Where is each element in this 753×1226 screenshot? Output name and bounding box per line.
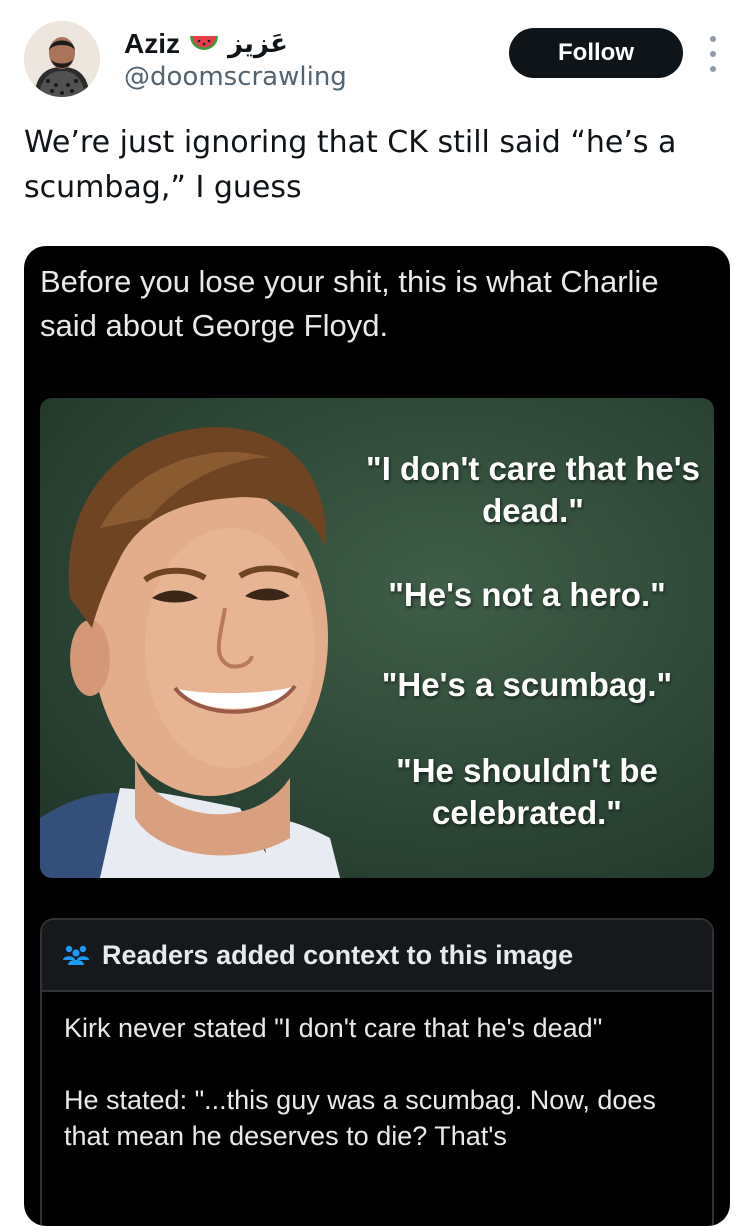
community-note-body: Kirk never stated "I don't care that he'… [42, 992, 712, 1154]
image-quote: "I don't care that he's dead." [366, 450, 700, 529]
image-quote: "He shouldn't be celebrated." [396, 752, 658, 831]
avatar-image [24, 21, 100, 97]
more-vertical-icon[interactable] [705, 36, 721, 72]
avatar[interactable] [24, 21, 100, 97]
image-quote: "He's a scumbag." [381, 666, 673, 703]
media-caption: Before you lose your shit, this is what … [40, 264, 659, 343]
author-handle[interactable]: @doomscrawling [124, 62, 347, 92]
quote-image[interactable]: "I don't care that he's dead." "He's not… [40, 398, 714, 878]
image-quote: "He's not a hero." [388, 576, 666, 613]
community-note-header[interactable]: Readers added context to this image [42, 920, 712, 992]
author-arabic-name: عَزيز [228, 29, 288, 59]
quoted-media[interactable]: Before you lose your shit, this is what … [24, 246, 730, 1226]
community-note-paragraph: Kirk never stated "I don't care that he'… [64, 1013, 603, 1043]
community-note-title: Readers added context to this image [102, 939, 574, 970]
follow-button[interactable]: Follow [509, 28, 683, 78]
author-name-row[interactable]: Aziz عَزيز [124, 24, 288, 64]
tweet-text: We’re just ignoring that CK still said “… [24, 125, 677, 205]
community-note-paragraph: He stated: "...this guy was a scumbag. N… [64, 1085, 656, 1151]
people-icon [62, 944, 90, 966]
watermelon-icon [188, 32, 220, 56]
community-note[interactable]: Readers added context to this image Kirk… [40, 918, 714, 1226]
author-name[interactable]: Aziz [124, 28, 180, 60]
